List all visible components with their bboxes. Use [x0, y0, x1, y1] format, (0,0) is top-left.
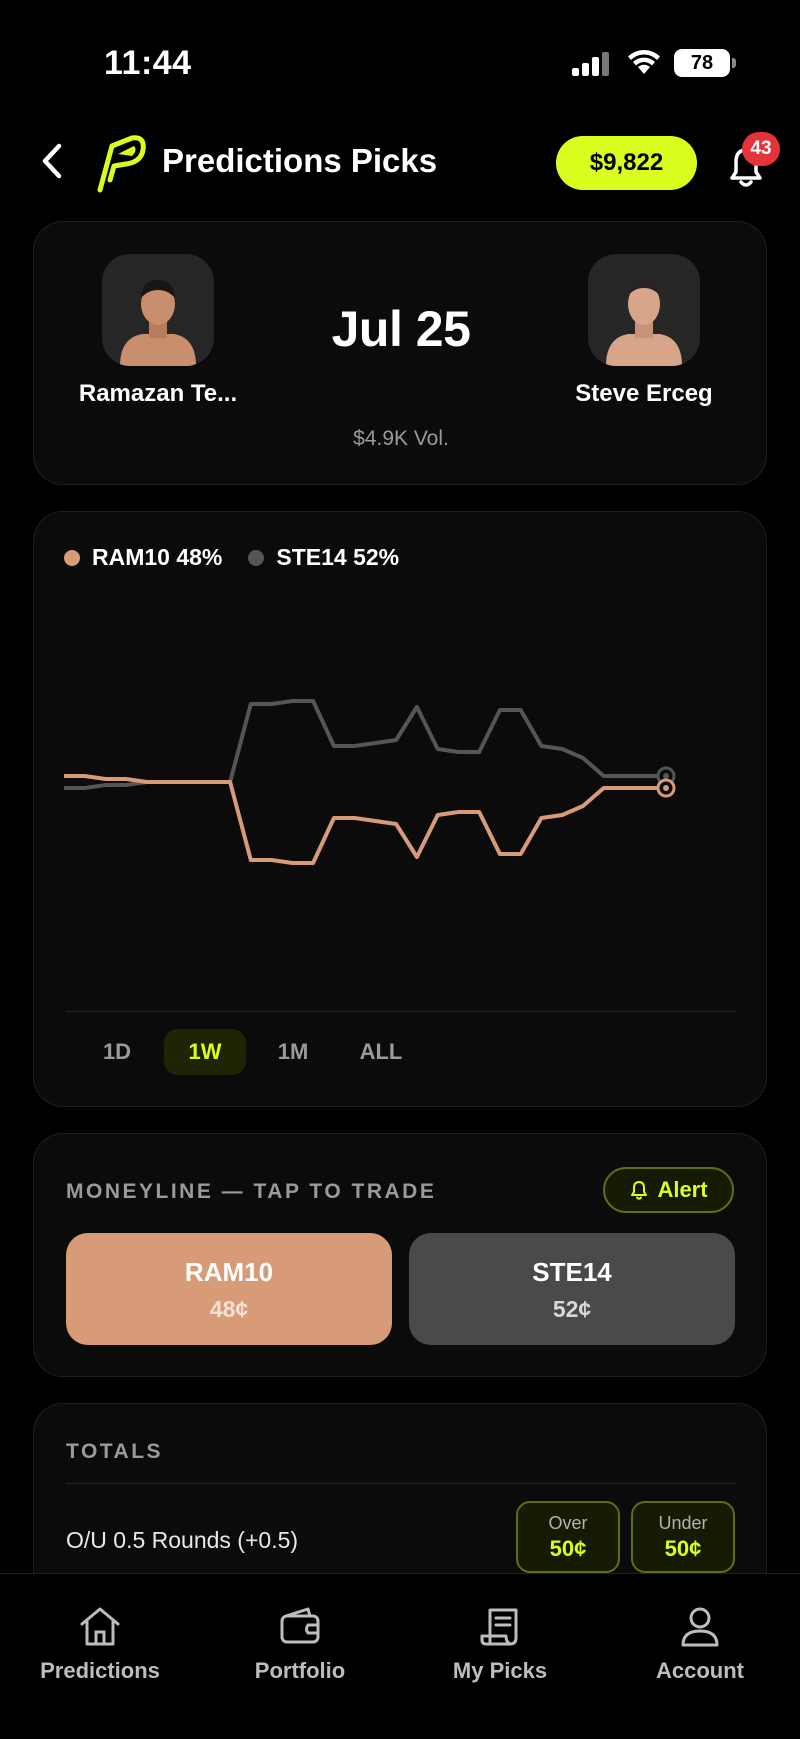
fighter-portrait-icon	[120, 280, 196, 366]
moneyline-label: MONEYLINE — TAP TO TRADE	[66, 1180, 437, 1203]
match-date: Jul 25	[331, 301, 471, 357]
fighter-portrait-icon	[606, 280, 682, 366]
moneyline-card: MONEYLINE — TAP TO TRADE Alert RAM10 48¢…	[33, 1133, 767, 1377]
app-header: Predictions Picks $9,822 43	[0, 120, 800, 206]
matchup-card: Ramazan Te... Steve Erceg Jul 25 $4.9K V…	[33, 221, 767, 485]
back-button[interactable]	[32, 138, 72, 184]
time-range-selector: 1D 1W 1M ALL	[76, 1029, 428, 1075]
nav-label: Portfolio	[254, 1658, 346, 1683]
nav-label: Account	[656, 1658, 744, 1683]
trade-code: STE14	[532, 1257, 612, 1287]
range-tab-all[interactable]: ALL	[340, 1029, 422, 1075]
chevron-left-icon	[42, 143, 62, 179]
legend-swatch-ste14	[248, 549, 265, 566]
fighter-right-name: Steve Erceg	[575, 380, 713, 407]
nav-label: My Picks	[452, 1658, 548, 1683]
chart-legend: RAM10 48% STE14 52%	[64, 544, 425, 571]
range-tab-1d[interactable]: 1D	[76, 1029, 158, 1075]
trade-volume: $4.9K Vol.	[353, 427, 449, 450]
series-line-ste14	[64, 699, 666, 790]
trade-price: 52¢	[552, 1296, 592, 1322]
chart-divider	[66, 1011, 736, 1012]
trade-button-ram10[interactable]: RAM10 48¢	[66, 1233, 392, 1345]
legend-item-ram10: RAM10 48%	[64, 544, 222, 571]
under-price: 50¢	[664, 1536, 702, 1561]
price-chart-card: RAM10 48% STE14 52% 1D 1W 1M ALL	[33, 511, 767, 1107]
balance-button[interactable]: $9,822	[556, 136, 697, 190]
legend-label-ram10: RAM10 48%	[92, 544, 223, 570]
battery-indicator: 78	[674, 49, 736, 77]
over-button[interactable]: Over 50¢	[516, 1501, 620, 1573]
series-endpoint-dot-ram10	[663, 785, 669, 791]
range-tab-1m[interactable]: 1M	[252, 1029, 334, 1075]
bell-icon	[631, 1181, 648, 1200]
status-time: 11:44	[104, 44, 192, 82]
over-label: Over	[548, 1513, 588, 1533]
person-icon	[681, 1607, 719, 1647]
series-endpoint-dot-ste14	[663, 773, 669, 779]
totals-market-label: O/U 0.5 Rounds (+0.5)	[66, 1527, 299, 1553]
trade-price: 48¢	[209, 1296, 249, 1322]
notification-badge: 43	[742, 132, 780, 166]
over-price: 50¢	[549, 1536, 587, 1561]
legend-label-ste14: STE14 52%	[276, 544, 400, 570]
nav-label: Predictions	[40, 1658, 160, 1683]
status-bar: 11:44 78	[0, 0, 800, 120]
totals-divider	[66, 1483, 736, 1484]
alert-label: Alert	[657, 1177, 708, 1202]
series-line-ram10	[64, 774, 666, 865]
alert-button[interactable]: Alert	[603, 1167, 734, 1213]
range-tab-1w[interactable]: 1W	[164, 1029, 246, 1075]
trade-button-ste14[interactable]: STE14 52¢	[409, 1233, 735, 1345]
page-title: Predictions Picks	[162, 142, 438, 179]
wifi-icon	[628, 50, 660, 74]
fighter-right-avatar[interactable]	[588, 254, 700, 366]
nav-item-my-picks[interactable]: My Picks	[400, 1604, 600, 1684]
trade-code: RAM10	[184, 1257, 274, 1287]
price-chart[interactable]	[34, 592, 768, 992]
nav-item-account[interactable]: Account	[600, 1604, 800, 1684]
under-label: Under	[658, 1513, 708, 1533]
nav-item-portfolio[interactable]: Portfolio	[200, 1604, 400, 1684]
bottom-nav: Predictions Portfolio My Picks Account	[0, 1573, 800, 1739]
totals-label: TOTALS	[66, 1440, 164, 1463]
cellular-signal-icon	[572, 52, 609, 76]
wallet-icon	[280, 1607, 320, 1644]
fighter-left-avatar[interactable]	[102, 254, 214, 366]
home-icon	[80, 1607, 120, 1646]
receipt-icon	[480, 1608, 518, 1646]
under-button[interactable]: Under 50¢	[631, 1501, 735, 1573]
nav-item-predictions[interactable]: Predictions	[0, 1604, 200, 1684]
legend-item-ste14: STE14 52%	[248, 544, 399, 571]
legend-swatch-ram10	[64, 549, 80, 566]
fighter-left-name: Ramazan Te...	[78, 380, 238, 407]
brand-logo-icon	[97, 135, 146, 193]
